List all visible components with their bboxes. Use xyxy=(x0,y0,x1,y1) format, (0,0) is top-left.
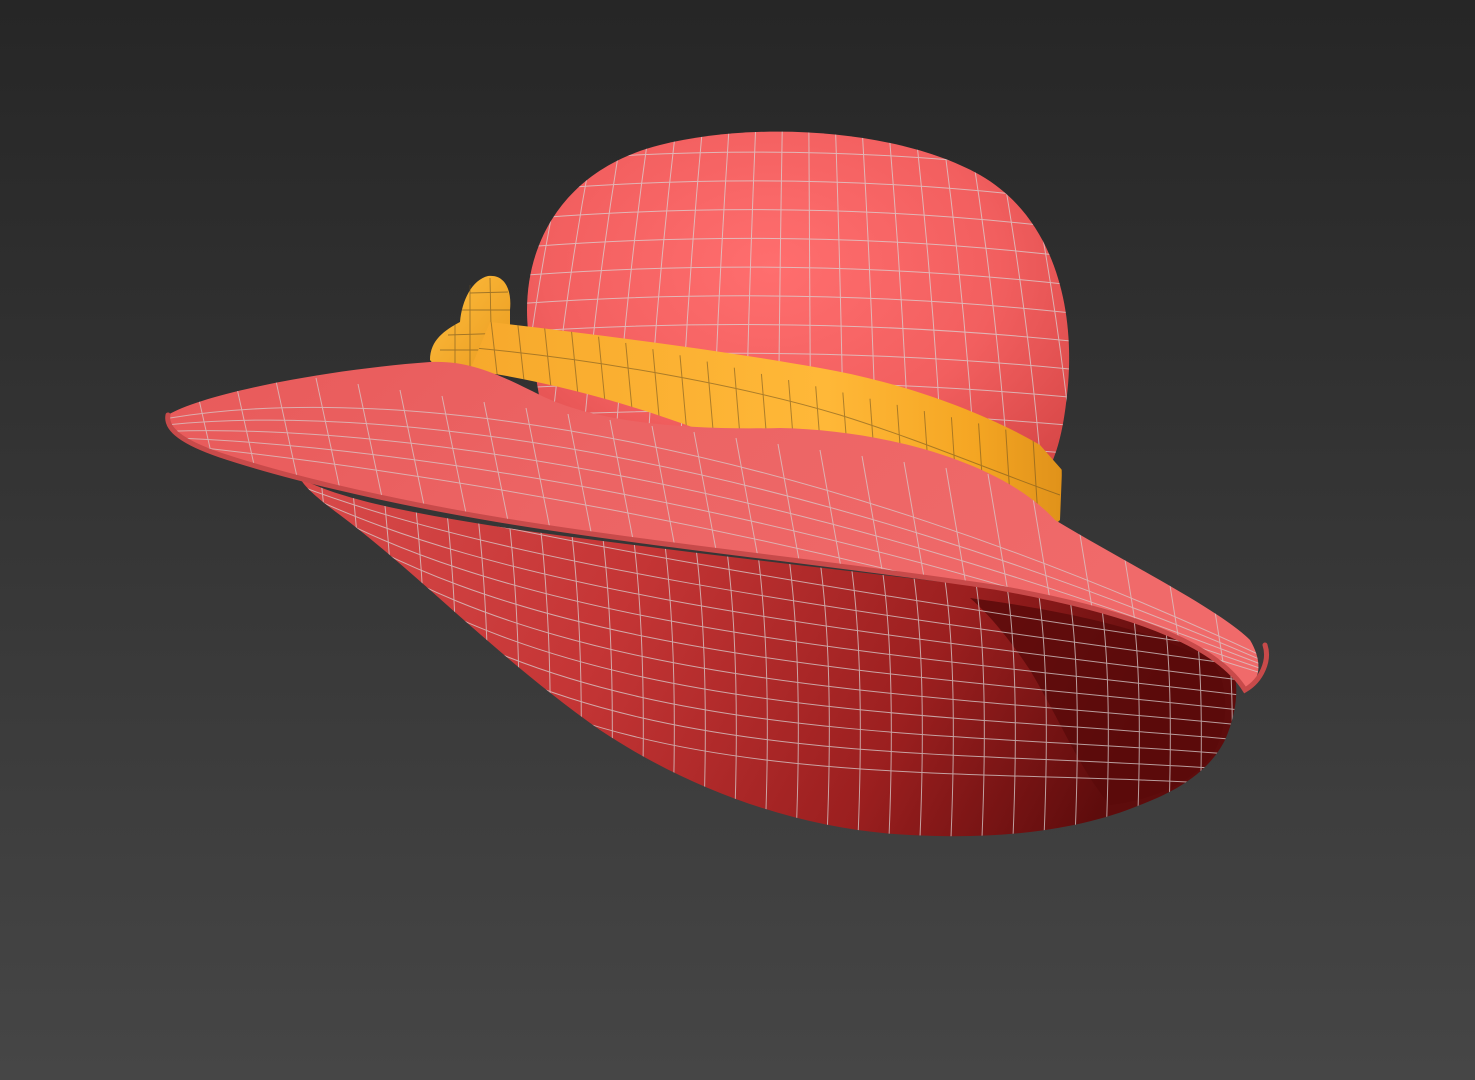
scene-canvas[interactable] xyxy=(0,0,1475,1080)
3d-viewport[interactable] xyxy=(0,0,1475,1080)
